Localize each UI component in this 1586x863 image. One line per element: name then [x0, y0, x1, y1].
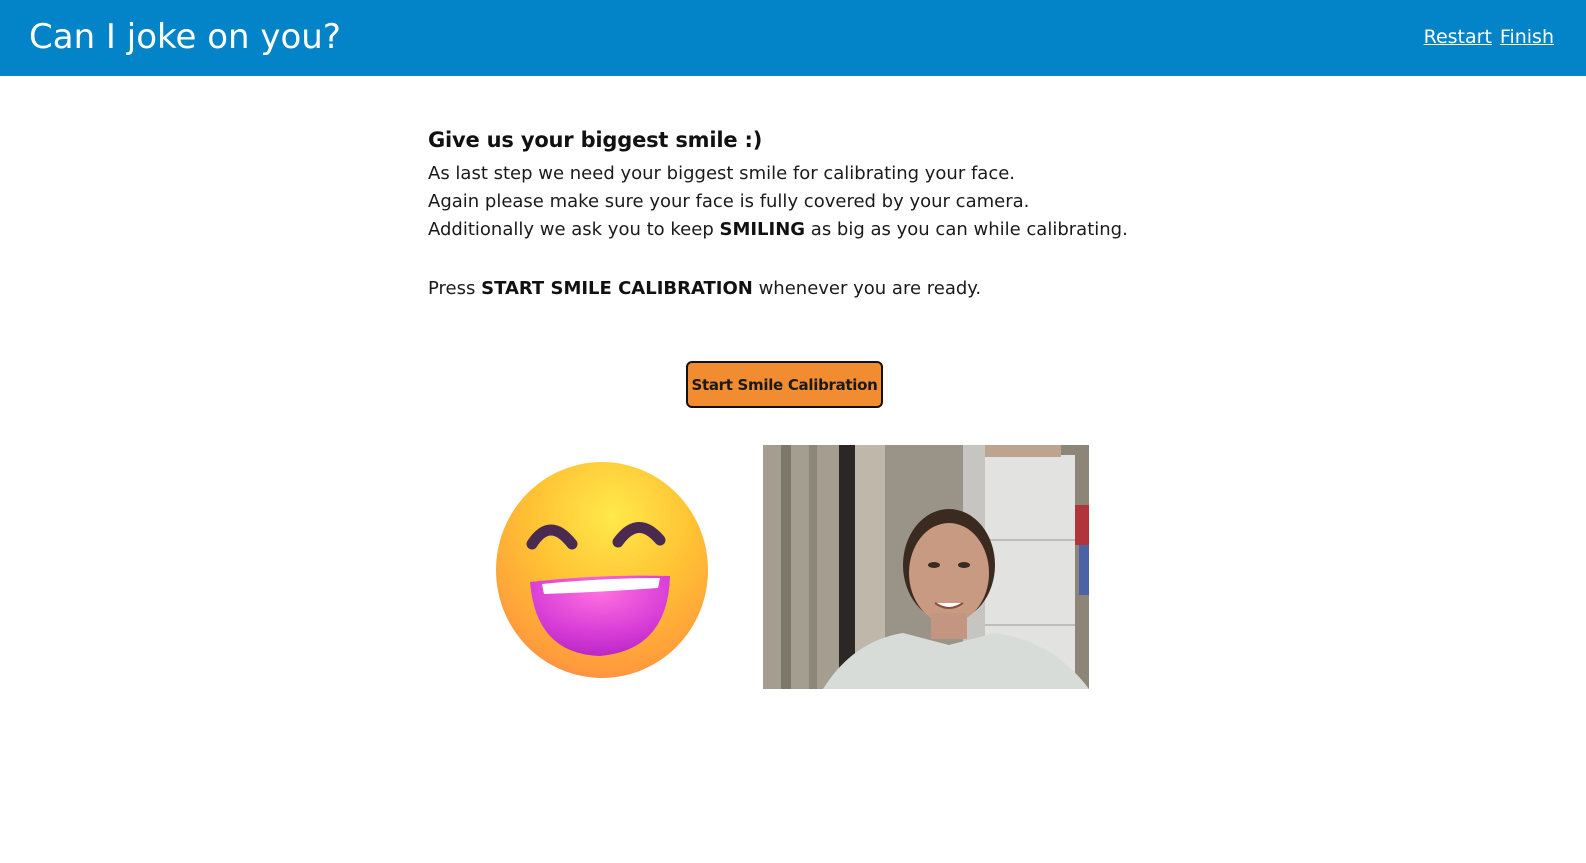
page-heading: Give us your biggest smile :): [428, 128, 763, 152]
app-header: Can I joke on you? Restart Finish: [0, 0, 1586, 76]
header-nav: Restart Finish: [1424, 24, 1554, 50]
press-instruction-start: Press: [428, 278, 482, 299]
app-title: Can I joke on you?: [29, 17, 341, 57]
instruction-line-1: As last step we need your biggest smile …: [428, 163, 1016, 184]
press-instruction-end: whenever you are ready.: [752, 278, 982, 299]
press-instruction: Press START SMILE CALIBRATION whenever y…: [428, 275, 1188, 303]
grinning-face-icon: [492, 456, 714, 682]
smiling-emphasis: SMILING: [719, 219, 806, 240]
instruction-line-2: Again please make sure your face is full…: [428, 191, 1030, 212]
smiley-emoji-graphic: [496, 462, 708, 678]
webcam-video-frame: [763, 445, 1089, 689]
webcam-feed: [763, 445, 1089, 689]
start-smile-calibration-button[interactable]: Start Smile Calibration: [686, 361, 883, 408]
instruction-line-3: Additionally we ask you to keep SMILING …: [428, 216, 1188, 244]
calibration-emphasis: START SMILE CALIBRATION: [481, 278, 753, 299]
instruction-line-3-start: Additionally we ask you to keep: [428, 219, 720, 240]
instruction-line-3-end: as big as you can while calibrating.: [805, 219, 1128, 240]
restart-link[interactable]: Restart: [1424, 24, 1492, 50]
finish-link[interactable]: Finish: [1500, 24, 1554, 50]
instructions-section: Give us your biggest smile :) As last st…: [428, 124, 1188, 303]
